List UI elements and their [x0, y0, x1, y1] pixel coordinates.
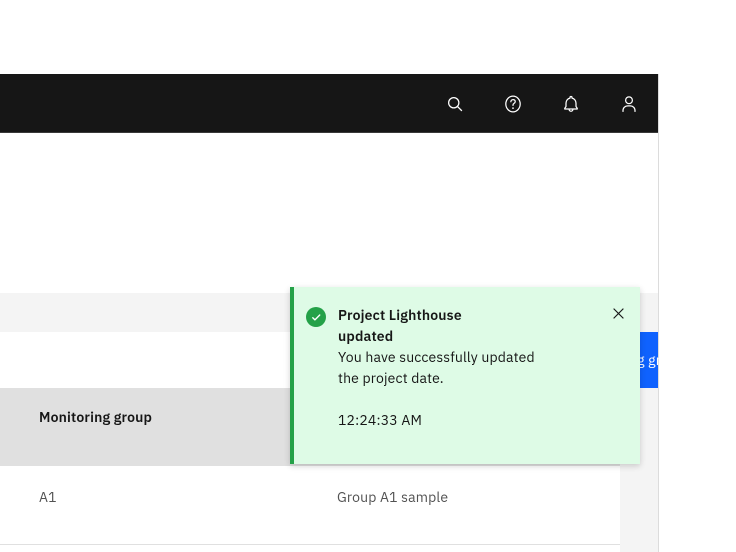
cell-monitoring-group: A1: [39, 488, 57, 506]
product-shell: Create monitoring group Monitoring group…: [0, 74, 685, 552]
page-top-blank-area: [0, 0, 736, 74]
toast-title: Project Lighthouse updated: [338, 306, 462, 345]
checkmark-filled-icon: [294, 287, 338, 464]
user-avatar-icon[interactable]: [600, 74, 658, 133]
search-icon[interactable]: [426, 74, 484, 133]
outside-shell-area: [659, 74, 736, 552]
toast-subtitle: You have successfully updated the projec…: [338, 348, 535, 387]
toast-caption: 12:24:33 AM: [338, 411, 422, 429]
toast-content: Project Lighthouse updated You have succ…: [338, 287, 596, 464]
help-icon[interactable]: [484, 74, 542, 133]
content-area: Create monitoring group Monitoring group…: [0, 133, 685, 552]
notification-icon[interactable]: [542, 74, 600, 133]
page-header-zone: [0, 133, 658, 293]
header-action-group: [426, 74, 658, 133]
column-header-monitoring-group[interactable]: Monitoring group: [0, 388, 299, 466]
global-header: [0, 74, 658, 133]
success-toast-notification: Project Lighthouse updated You have succ…: [290, 287, 640, 464]
close-icon[interactable]: [596, 287, 640, 335]
cell-description: Group A1 sample: [337, 488, 449, 506]
app-window: Create monitoring group Monitoring group…: [0, 0, 736, 552]
table-row[interactable]: A1 Group A1 sample: [0, 466, 620, 545]
